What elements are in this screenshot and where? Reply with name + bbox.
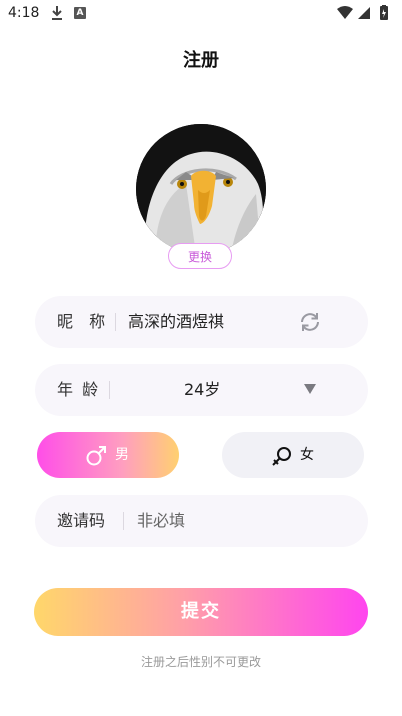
invite-code-label: 邀请码 bbox=[57, 511, 106, 530]
gender-female-button[interactable]: 女 bbox=[222, 432, 364, 478]
age-row[interactable]: 年 龄 24岁 bbox=[35, 364, 368, 416]
change-avatar-button[interactable]: 更换 bbox=[168, 243, 232, 269]
row-divider bbox=[123, 512, 124, 530]
download-icon bbox=[52, 6, 62, 20]
male-symbol-icon bbox=[86, 446, 106, 466]
eagle-avatar-image bbox=[136, 124, 266, 254]
submit-button[interactable]: 提交 bbox=[34, 588, 368, 636]
gender-female-label: 女 bbox=[300, 447, 314, 463]
wifi-icon bbox=[337, 6, 353, 19]
row-divider bbox=[115, 313, 116, 331]
battery-icon bbox=[380, 5, 388, 20]
gender-male-button[interactable]: 男 bbox=[37, 432, 179, 478]
gender-note-text: 注册之后性别不可更改 bbox=[140, 655, 261, 669]
signal-icon bbox=[358, 7, 370, 19]
nickname-label: 昵 称 bbox=[57, 312, 108, 331]
dropdown-triangle-icon[interactable] bbox=[304, 384, 316, 394]
invite-code-row[interactable]: 邀请码 非必填 bbox=[35, 495, 368, 547]
status-icons bbox=[337, 5, 388, 20]
age-label: 年 龄 bbox=[57, 380, 101, 399]
gender-male-label: 男 bbox=[115, 447, 129, 463]
refresh-icon[interactable] bbox=[298, 310, 322, 334]
page-title: 注册 bbox=[183, 50, 219, 71]
status-bar: 4:18 A bbox=[0, 0, 402, 28]
female-symbol-icon bbox=[272, 447, 291, 466]
avatar[interactable] bbox=[136, 124, 266, 254]
row-divider bbox=[109, 381, 110, 399]
age-value[interactable]: 24岁 bbox=[184, 364, 220, 416]
notification-a-icon: A bbox=[74, 7, 86, 19]
status-time: 4:18 bbox=[8, 5, 40, 21]
invite-code-input[interactable]: 非必填 bbox=[137, 495, 185, 547]
nickname-value[interactable]: 高深的酒煜祺 bbox=[128, 296, 224, 348]
nickname-row[interactable]: 昵 称 高深的酒煜祺 bbox=[35, 296, 368, 348]
